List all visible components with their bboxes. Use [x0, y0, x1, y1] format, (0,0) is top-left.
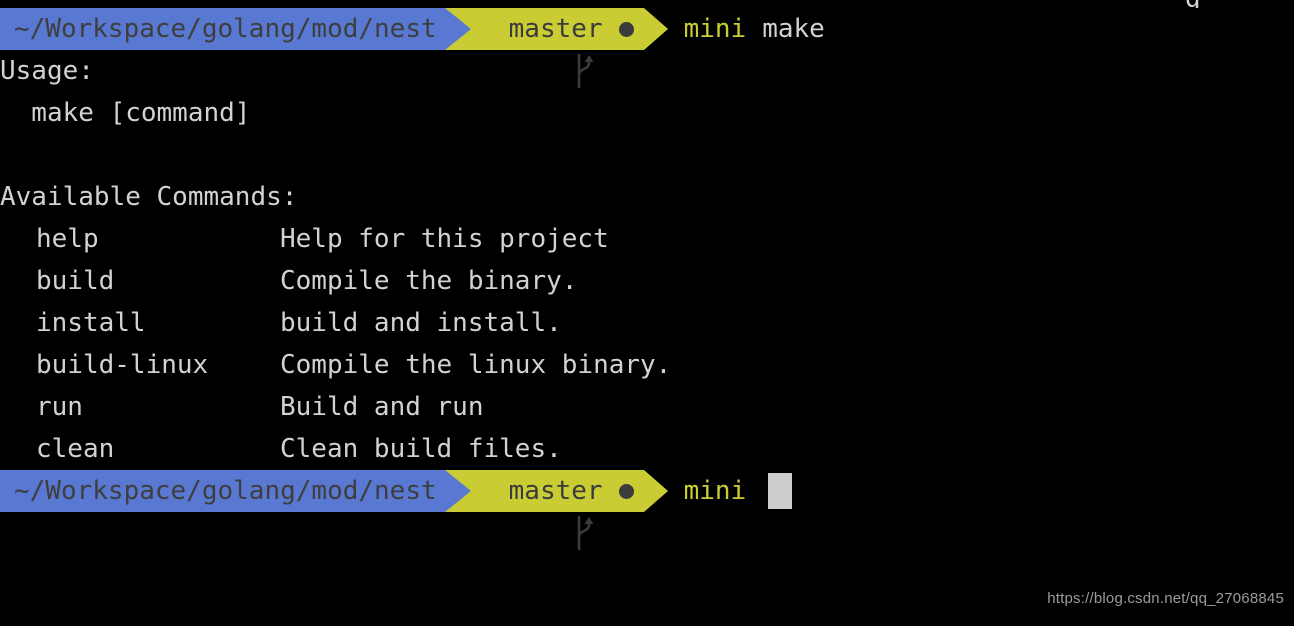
prompt-path-text-bottom: ~/Workspace/golang/mod/nest [14, 476, 437, 506]
prompt-user-text: mini [683, 14, 747, 44]
prompt-command-segment: make [746, 8, 825, 50]
block-cursor[interactable] [768, 473, 793, 509]
prompt-user-segment-bottom: mini [672, 470, 793, 512]
command-name: help [36, 224, 99, 254]
table-row: run Build and run [0, 386, 1294, 428]
prompt-branch-text-bottom: master [508, 476, 603, 506]
clipped-top-row: g [0, 0, 1294, 8]
command-name: clean [36, 434, 115, 464]
powerline-separator-path-branch [444, 8, 477, 50]
git-dirty-dot-icon [618, 21, 634, 37]
clipped-glyph: g [1185, 0, 1201, 8]
powerline-separator-path-branch-bottom [444, 470, 477, 512]
prompt-command-text: make [762, 14, 825, 44]
command-name: run [36, 392, 83, 422]
command-description: Compile the binary. [280, 266, 578, 296]
prompt-path-segment: ~/Workspace/golang/mod/nest [0, 8, 445, 50]
prompt-line-bottom[interactable]: ~/Workspace/golang/mod/nest master mini [0, 470, 1294, 551]
watermark: https://blog.csdn.net/qq_27068845 [1047, 590, 1284, 607]
git-dirty-dot-icon [618, 483, 634, 499]
table-row: build-linux Compile the linux binary. [0, 344, 1294, 386]
prompt-path-segment-bottom: ~/Workspace/golang/mod/nest [0, 470, 445, 512]
command-name: install [36, 308, 146, 338]
prompt-line-top[interactable]: ~/Workspace/golang/mod/nest master mini … [0, 8, 1294, 89]
table-row: clean Clean build files. [0, 428, 1294, 470]
command-description: Compile the linux binary. [280, 350, 672, 380]
usage-heading: Usage: [0, 56, 94, 86]
prompt-branch-text: master [508, 14, 603, 44]
git-branch-icon [479, 473, 594, 551]
command-description: build and install. [280, 308, 562, 338]
command-description: Clean build files. [280, 434, 562, 464]
table-row: install build and install. [0, 302, 1294, 344]
usage-line: make [command] [0, 98, 251, 128]
prompt-branch-segment-bottom: master [476, 470, 644, 551]
powerline-separator-branch-end-bottom [643, 470, 672, 512]
command-description: Help for this project [280, 224, 609, 254]
prompt-path-text: ~/Workspace/golang/mod/nest [14, 14, 437, 44]
terminal-output: Usage: make [command] Available Commands… [0, 50, 1294, 470]
git-branch-icon [479, 11, 594, 89]
powerline-separator-branch-end [643, 8, 672, 50]
table-row: help Help for this project [0, 218, 1294, 260]
prompt-user-segment: mini [672, 8, 747, 50]
prompt-user-text-bottom: mini [683, 476, 747, 506]
prompt-branch-segment: master [476, 8, 644, 89]
command-name: build [36, 266, 115, 296]
available-commands-heading: Available Commands: [0, 182, 298, 212]
command-name: build-linux [36, 350, 209, 380]
command-description: Build and run [280, 392, 484, 422]
table-row: build Compile the binary. [0, 260, 1294, 302]
